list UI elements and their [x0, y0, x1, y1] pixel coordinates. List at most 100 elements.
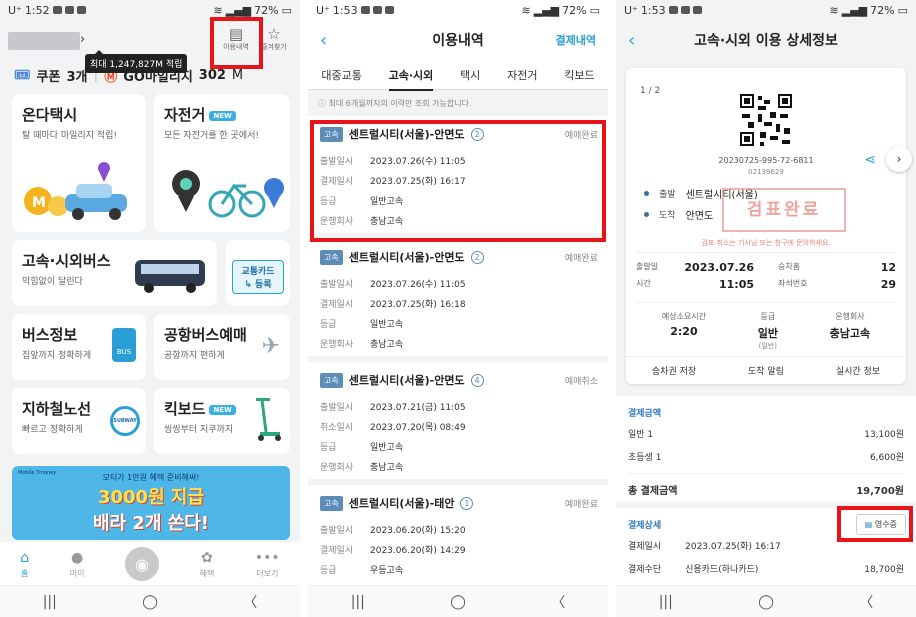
tab-public-transit[interactable]: 대중교통 — [321, 67, 361, 83]
airplane-icon: ✈ — [261, 334, 280, 359]
tile-title: 킥보드 — [164, 400, 206, 418]
back-arrow-icon[interactable]: ‹ — [320, 30, 327, 51]
tab-taxi[interactable]: 택시 — [460, 67, 480, 83]
tab-express-bus[interactable]: 고속·시외 — [388, 67, 434, 91]
bus-illustration — [135, 260, 205, 293]
field-label: 결제일시 — [320, 300, 354, 310]
promo-banner[interactable]: 모티가 1만원 혜택 준비해써! 3000원 지급 배라 2개 쏜다! Mobi… — [12, 466, 290, 540]
ticket-pager: 1 / 2 — [640, 86, 661, 96]
home-nav-icon[interactable]: ◯ — [142, 594, 158, 610]
mileage-unit: M — [231, 67, 244, 83]
recents-icon[interactable]: ||| — [43, 594, 57, 610]
carrier-label: U⁺ — [624, 3, 638, 17]
new-badge: NEW — [209, 110, 236, 121]
chevron-right-icon[interactable]: › — [80, 32, 85, 47]
tile-subtitle: 탈 때마다 마일리지 적립! — [22, 131, 117, 141]
home-nav-icon[interactable]: ◯ — [758, 594, 774, 610]
bus-stop-icon: BUS — [112, 328, 136, 362]
trip-route: 센트럴시티(서울)-태안 — [348, 497, 455, 510]
tab-home[interactable]: ⌂ 홈 — [20, 550, 29, 579]
home-nav-icon[interactable]: ◯ — [450, 594, 466, 610]
clock: 1:52 — [24, 3, 50, 17]
fare-value: 6,600원 — [869, 453, 904, 463]
tile-airport-bus[interactable]: 공항버스예매 공항까지 편하게 ✈ — [154, 314, 290, 380]
field-label: 등급 — [320, 443, 337, 453]
kickboard-illustration — [256, 398, 281, 441]
tab-more[interactable]: ••• 더보기 — [255, 550, 280, 579]
trip-summary: 예상소요시간 2:20 등급 일반 (일반) 운행회사 충남고속 — [636, 302, 896, 351]
detail-amount: 18,700원 — [864, 565, 904, 575]
trip-card[interactable]: 고속 센트럴시티(서울)-안면도 4 예매취소 출발일시 2023.07.21(금) … — [308, 362, 608, 485]
wifi-icon: ≋ — [213, 3, 223, 17]
subway-icon: SUBWAY — [110, 406, 140, 436]
departure-details: 출발일 2023.07.26 시간 11:05 승차홈 12 좌석번호 29 — [636, 252, 896, 295]
back-nav-icon[interactable]: 〈 — [243, 592, 257, 612]
arrival-alert-button[interactable]: 도착 알림 — [748, 364, 784, 377]
duration-label: 예상소요시간 — [661, 312, 707, 321]
field-value: 충남고속 — [370, 340, 404, 350]
fare-value: 13,100원 — [864, 430, 904, 440]
share-icon[interactable]: ⋖ — [864, 152, 876, 168]
live-info-button[interactable]: 실시간 정보 — [836, 364, 880, 377]
tab-benefits[interactable]: ✿ 혜택 — [200, 550, 215, 579]
back-nav-icon[interactable]: 〈 — [859, 592, 873, 612]
field-value: 2023.07.21(금) 11:05 — [370, 403, 466, 413]
grade-label: 등급 — [760, 312, 776, 321]
tile-title: 온다택시 — [22, 106, 78, 124]
banner-line-2: 배라 2개 쏜다! — [92, 513, 210, 534]
location-pin-icon: ◉ — [125, 547, 160, 581]
favorites-button[interactable]: ☆ 즐겨찾기 — [259, 26, 289, 52]
notification-icon — [372, 6, 382, 14]
phone-ticket-detail: U⁺ 1:53 ≋ ▂▄▆ 72% ▭ ‹ 고속·시외 이용 상세정보 1 / 2 20… — [616, 0, 916, 617]
page-title: 고속·시외 이용 상세정보 — [694, 33, 838, 49]
tab-bicycle[interactable]: 자전거 — [507, 67, 537, 83]
field-label: 운행회사 — [320, 340, 354, 350]
banner-brand: Mobile Tmoney — [18, 470, 57, 476]
save-ticket-button[interactable]: 승차권 저장 — [652, 364, 696, 377]
back-arrow-icon[interactable]: ‹ — [628, 30, 635, 51]
tile-subway[interactable]: 지하철노선 빠르고 정확하게 SUBWAY — [12, 388, 146, 454]
coupon-label[interactable]: 쿠폰 — [37, 66, 61, 85]
field-value: 우등고속 — [370, 566, 404, 576]
clock: 1:53 — [332, 3, 358, 17]
bus-type-badge: 고속 — [320, 372, 343, 388]
signal-icon: ▂▄▆ — [533, 3, 560, 17]
tab-kickboard[interactable]: 킥보드 — [564, 67, 594, 83]
transit-card-register[interactable]: 교통카드 ↳ 등록 — [226, 240, 290, 306]
field-label: 결제일시 — [320, 546, 354, 556]
seat-number: 29 — [880, 278, 896, 291]
platform-number: 12 — [880, 261, 896, 274]
star-icon: ☆ — [267, 25, 281, 43]
arrival-station: 안면도 — [685, 211, 714, 222]
trip-status: 예매완료 — [564, 254, 598, 264]
trip-route: 센트럴시티(서울)-안면도 — [348, 374, 465, 387]
tile-kickboard[interactable]: 킥보드 NEW 씽씽부터 지쿠까지 — [154, 388, 290, 454]
category-tabs: 대중교통 고속·시외 택시 자전거 킥보드 — [308, 60, 608, 91]
notification-icon — [76, 6, 86, 14]
grade-value: 일반 — [757, 327, 778, 340]
tile-bicycle[interactable]: 자전거 NEW 모든 자전거를 한 곳에서! — [154, 94, 290, 232]
android-nav-bar: ||| ◯ 〈 — [308, 585, 608, 617]
tile-express-bus[interactable]: 고속·시외버스 막힘없이 달린다 — [12, 240, 217, 306]
field-value: 2023.06.20(화) 15:20 — [370, 526, 466, 536]
route-dot-icon — [644, 191, 649, 196]
tab-my[interactable]: ● 마이 — [70, 550, 85, 579]
payment-history-link[interactable]: 결제내역 — [556, 32, 596, 48]
recents-icon[interactable]: ||| — [659, 594, 673, 610]
banner-line-1: 3000원 지급 — [97, 487, 205, 508]
trip-status: 예매취소 — [564, 377, 598, 387]
home-icon: ⌂ — [20, 549, 30, 566]
tile-onda-taxi[interactable]: 온다택시 탈 때마다 마일리지 적립! M — [12, 94, 146, 232]
tab-map-center[interactable]: ◉ — [125, 547, 160, 581]
time-label: 시간 — [636, 279, 651, 288]
back-nav-icon[interactable]: 〈 — [551, 592, 565, 612]
next-ticket-button[interactable]: › — [886, 146, 912, 172]
recents-icon[interactable]: ||| — [351, 594, 365, 610]
coupon-icon: 🎟 — [14, 67, 31, 83]
trip-card[interactable]: 고속 센트럴시티(서울)-안면도 2 예매완료 출발일시 2023.07.26(수) … — [308, 239, 608, 362]
mileage-value[interactable]: 302 — [199, 68, 226, 83]
ticket-sub-number: 02139629 — [748, 168, 784, 176]
tile-bus-info[interactable]: 버스정보 집앞까지 정확하게 BUS — [12, 314, 146, 380]
battery-icon: ▭ — [281, 3, 292, 17]
section-title: 결제금액 — [628, 409, 662, 419]
